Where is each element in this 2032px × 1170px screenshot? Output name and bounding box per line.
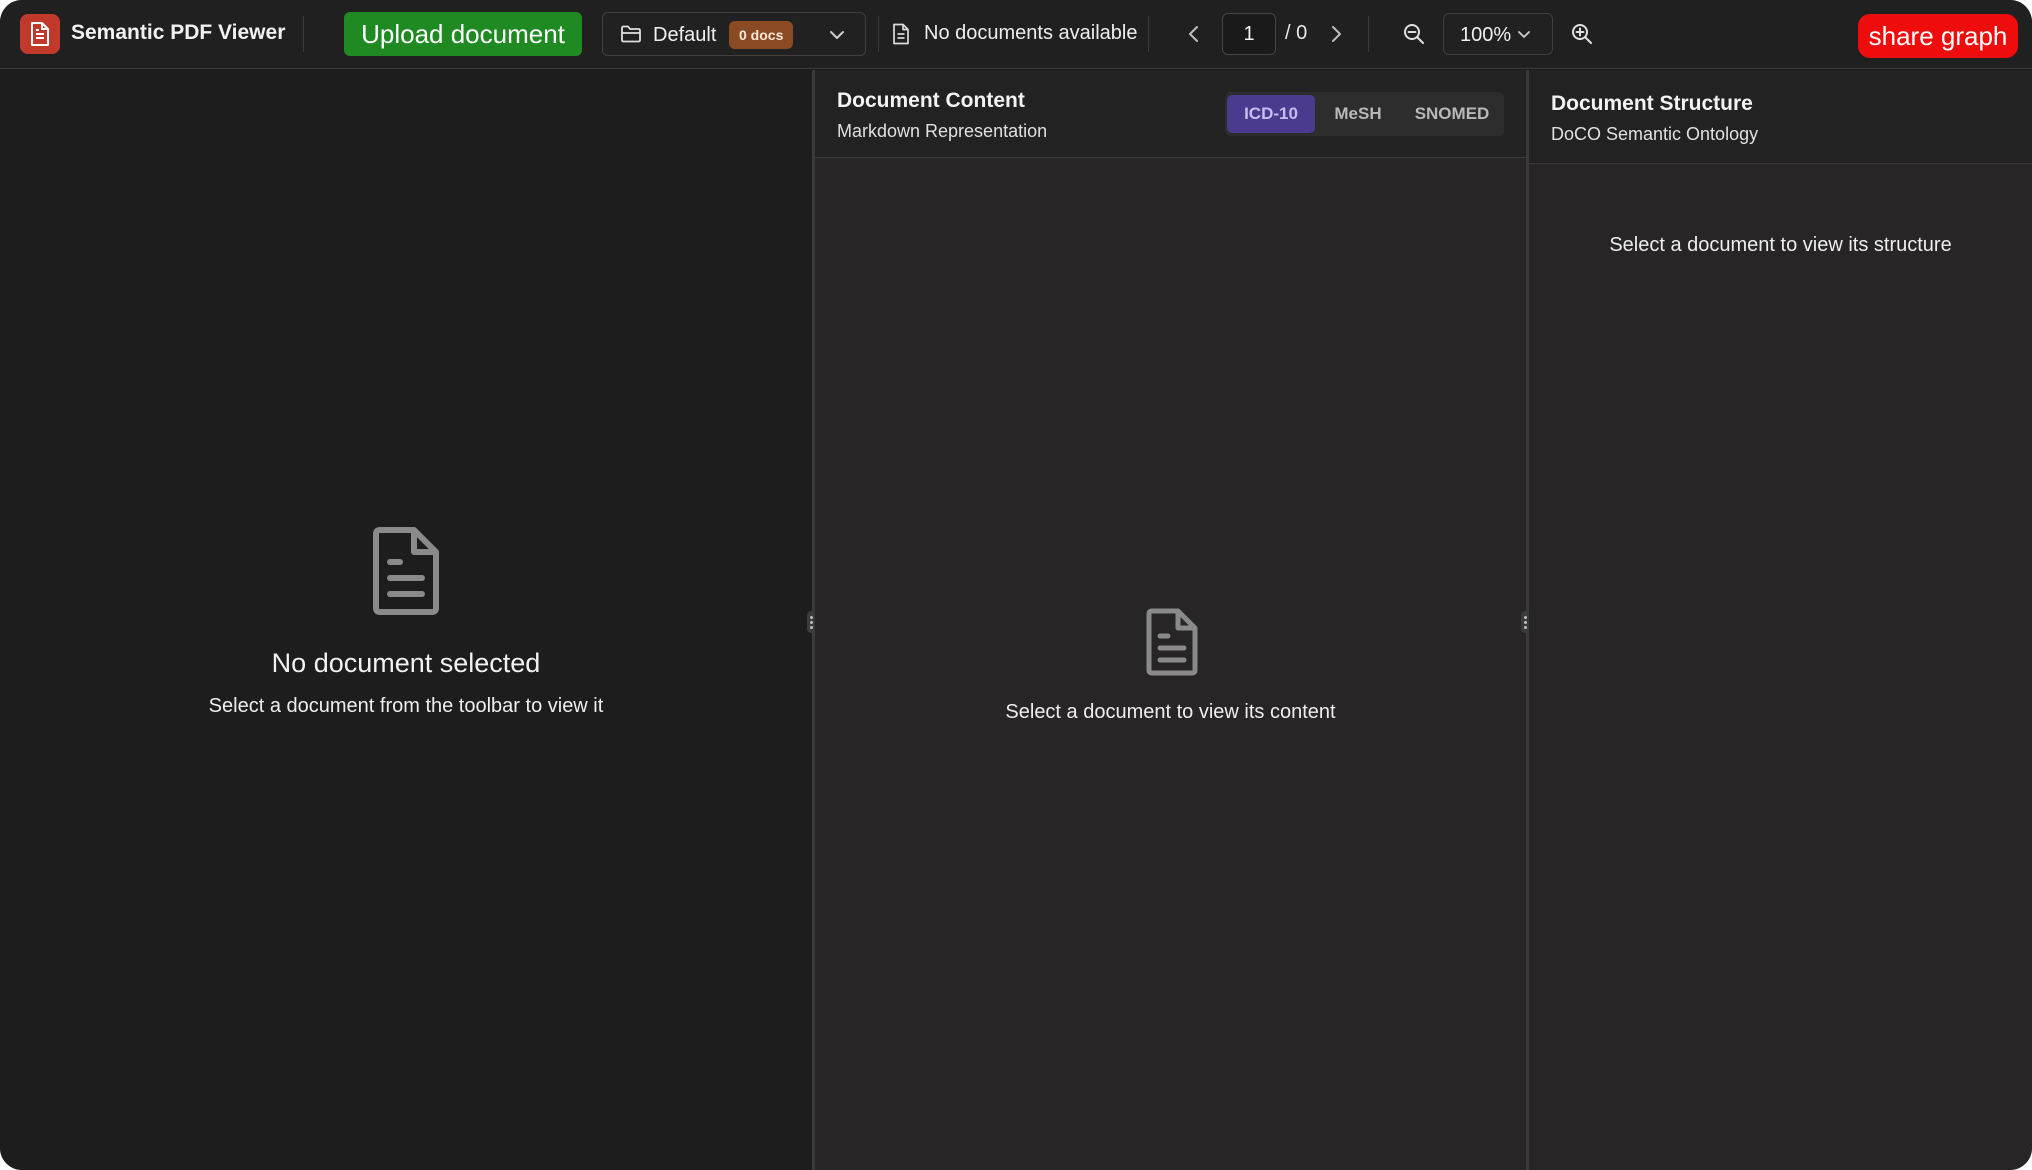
panel-header: Document Content Markdown Representation… — [815, 70, 1526, 158]
app-title: Semantic PDF Viewer — [71, 21, 286, 44]
document-icon — [370, 526, 440, 621]
tab-snomed[interactable]: SNOMED — [1403, 95, 1501, 133]
empty-state-text: Select a document from the toolbar to vi… — [208, 695, 604, 717]
doc-count-badge: 0 docs — [729, 21, 794, 49]
zoom-in-icon[interactable] — [1570, 22, 1594, 51]
toolbar-divider — [303, 16, 304, 52]
panel-title: Document Content — [837, 89, 1025, 112]
panel-title: Document Structure — [1551, 92, 1753, 115]
toolbar-divider — [878, 16, 879, 52]
chevron-right-icon[interactable] — [1326, 22, 1346, 46]
document-status-text: No documents available — [924, 22, 1138, 44]
toolbar-divider — [1368, 16, 1369, 52]
toolbar-divider — [1148, 16, 1149, 52]
panel-header: Document Structure DoCO Semantic Ontolog… — [1529, 70, 2032, 164]
folder-icon — [620, 25, 642, 48]
pdf-viewer-panel: No document selected Select a document f… — [0, 70, 812, 1170]
page-number-input[interactable] — [1222, 13, 1276, 55]
chevron-down-icon — [829, 28, 845, 46]
zoom-out-icon[interactable] — [1402, 22, 1426, 51]
zoom-level: 100% — [1460, 24, 1512, 46]
zoom-select[interactable]: 100% — [1443, 13, 1553, 55]
document-icon — [892, 23, 910, 50]
empty-state-title: No document selected — [271, 648, 541, 678]
upload-document-button[interactable]: Upload document — [344, 12, 582, 56]
chevron-left-icon[interactable] — [1184, 22, 1204, 46]
tab-icd-10[interactable]: ICD-10 — [1227, 95, 1315, 133]
tab-mesh[interactable]: MeSH — [1317, 95, 1399, 133]
ontology-tabs: ICD-10 MeSH SNOMED — [1225, 92, 1504, 136]
document-icon — [1144, 608, 1198, 681]
panel-subtitle: Markdown Representation — [837, 121, 1048, 141]
page-total: / 0 — [1285, 22, 1308, 44]
document-content-panel: Document Content Markdown Representation… — [815, 70, 1526, 1170]
toolbar: Semantic PDF Viewer Upload document Defa… — [0, 0, 2032, 69]
app-logo-icon — [20, 14, 60, 54]
document-structure-panel: Document Structure DoCO Semantic Ontolog… — [1529, 70, 2032, 1170]
empty-state-text: Select a document to view its content — [1005, 701, 1336, 723]
empty-state-text: Select a document to view its structure — [1609, 234, 1952, 256]
chevron-down-icon — [1517, 28, 1531, 46]
collection-name: Default — [653, 24, 717, 46]
app-window: Semantic PDF Viewer Upload document Defa… — [0, 0, 2032, 1170]
share-graph-button[interactable]: share graph — [1858, 14, 2018, 58]
panel-subtitle: DoCO Semantic Ontology — [1551, 124, 1759, 144]
collection-select[interactable]: Default 0 docs — [602, 12, 866, 56]
